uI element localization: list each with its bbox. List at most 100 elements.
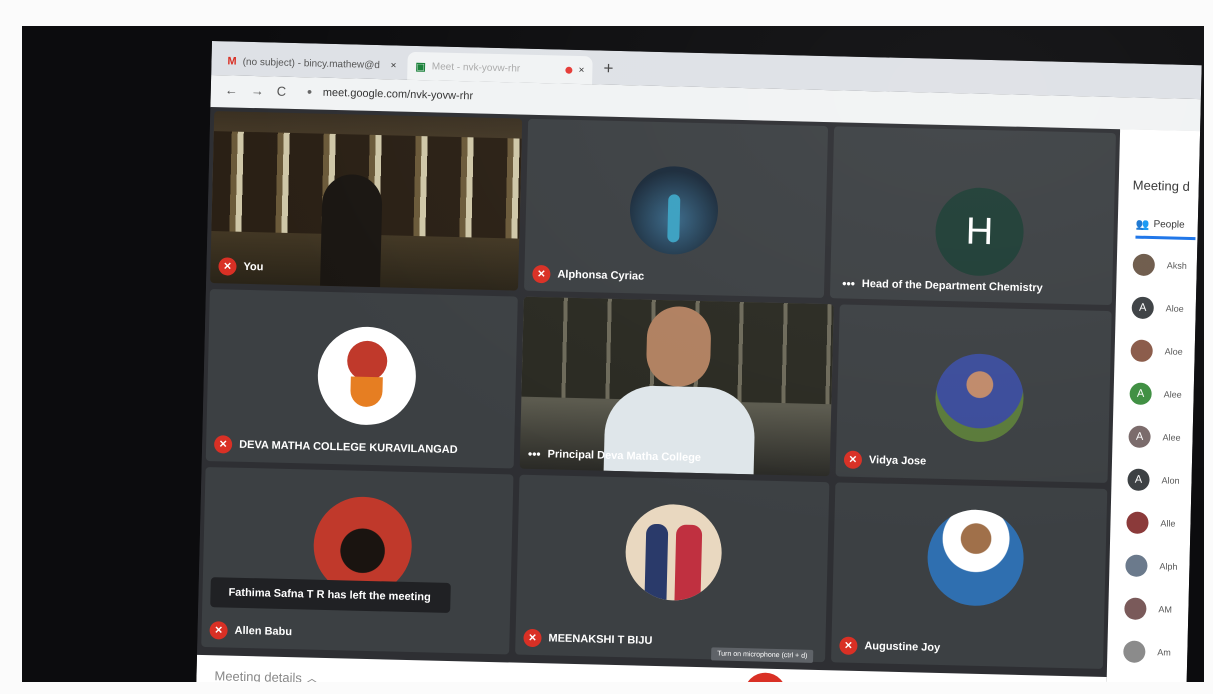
participant-name: DEVA MATHA COLLEGE KURAVILANGAD [238,438,458,457]
participant-name: Augustine Joy [864,640,941,654]
person-name: Alee [1162,432,1181,443]
participant-label: ••• Principal Deva Matha College [528,447,701,465]
participant-label: ✕ Allen Babu [209,621,292,641]
lock-icon: ● [306,86,313,97]
tile-head-of-department[interactable]: H ••• Head of the Department Chemistry [829,126,1117,306]
reload-icon[interactable]: C [277,84,287,99]
self-silhouette [320,173,383,288]
meeting-details-label: Meeting details [214,668,303,682]
list-item[interactable]: A Aloe [1131,296,1184,320]
photo-frame: M (no subject) - bincy.mathew@d × ▣ Meet… [22,26,1204,682]
tab-meet[interactable]: ▣ Meet - nvk-yovw-rhr × [407,51,593,85]
participant-name: Alphonsa Cyriac [557,268,645,283]
tile-meenakshi-t-biju[interactable]: ✕ MEENAKSHI T BIJU [515,474,830,663]
tile-allen-babu[interactable]: ✕ Allen Babu [201,466,514,655]
tab-gmail[interactable]: M (no subject) - bincy.mathew@d × [219,47,405,80]
avatar [1125,554,1148,578]
person-name: Aksh [1166,260,1187,271]
people-panel: Meeting d 👥 People Aksh A Aloe Aloe A Alee… [1105,129,1201,682]
person-name: Alon [1161,475,1180,486]
tile-deva-matha-college[interactable]: ✕ DEVA MATHA COLLEGE KURAVILANGAD [205,289,518,469]
avatar: A [1129,382,1152,406]
person-name: Aloe [1164,346,1183,357]
recording-dot-icon [565,66,573,74]
participant-name: MEENAKSHI T BIJU [548,632,653,647]
person-name: Alee [1163,389,1182,400]
tile-augustine-joy[interactable]: ✕ Augustine Joy [831,482,1108,669]
tab-title: Meet - nvk-yovw-rhr [431,60,521,75]
list-item[interactable]: Aksh [1132,253,1188,277]
avatar [628,165,720,256]
list-item[interactable]: A Alee [1128,425,1181,449]
tab-label: People [1153,219,1185,231]
participant-label: ✕ Vidya Jose [843,450,927,471]
tab-people[interactable]: 👥 People [1136,218,1185,232]
microphone-tooltip: Turn on microphone (ctrl + d) [711,647,814,663]
avatar [1132,253,1156,277]
list-item[interactable]: Alle [1126,511,1176,535]
participant-name: Vidya Jose [868,454,927,468]
meeting-details-button[interactable]: Meeting details ︿ [214,665,319,682]
list-item[interactable]: Aloe [1130,339,1183,363]
principal-face [645,305,712,388]
url-field[interactable]: meet.google.com/nvk-yovw-rhr [323,87,474,103]
tab-underline [1135,235,1196,241]
person-name: Am [1157,647,1171,658]
mic-off-icon: ✕ [523,628,542,648]
close-icon[interactable]: × [390,60,396,71]
notification-toast: Fathima Safna T R has left the meeting [210,577,451,613]
avatar: A [1128,425,1151,449]
avatar [1124,597,1147,620]
tile-alphonsa-cyriac[interactable]: ✕ Alphonsa Cyriac [523,118,829,299]
list-item[interactable]: A Alee [1129,382,1182,406]
person-name: Alle [1160,518,1176,529]
participant-name: You [243,260,264,274]
list-item[interactable]: Alph [1125,554,1178,578]
participant-label: ✕ DEVA MATHA COLLEGE KURAVILANGAD [213,435,458,459]
avatar [624,503,723,602]
avatar: H [934,186,1025,277]
more-options-icon[interactable]: ••• [842,276,855,290]
tile-principal-video[interactable]: ••• Principal Deva Matha College [519,296,834,477]
avatar: A [1127,468,1150,492]
tab-title: (no subject) - bincy.mathew@d [242,56,381,71]
microphone-toggle-button[interactable]: ✕ [743,672,787,682]
gmail-icon: M [227,55,237,68]
mic-off-icon: ✕ [839,636,858,655]
people-icon: 👥 [1135,218,1150,231]
avatar [1130,339,1153,363]
participant-label: ✕ Augustine Joy [839,636,941,657]
avatar: A [1131,296,1155,320]
new-tab-button[interactable]: + [603,59,613,79]
forward-icon[interactable]: → [251,83,264,98]
person-name: AM [1158,604,1173,615]
participant-name: Allen Babu [234,624,293,639]
meet-icon: ▣ [415,60,426,73]
participant-label: ✕ MEENAKSHI T BIJU [523,628,653,650]
mic-off-icon: ✕ [209,621,228,640]
mic-off-icon: ✕ [843,450,863,470]
tile-vidya-jose[interactable]: ✕ Vidya Jose [835,304,1112,484]
list-item[interactable]: AM [1124,597,1172,620]
list-item[interactable]: Am [1123,640,1171,663]
participant-label: ••• Head of the Department Chemistry [842,276,1043,295]
participant-label: ✕ Alphonsa Cyriac [532,264,645,286]
meet-grid: ✕ You ✕ Alphonsa Cyriac H ••• Head of th… [196,106,1121,678]
person-name: Alph [1159,561,1178,572]
college-logo-avatar [316,325,418,427]
mic-off-icon: ✕ [532,264,551,284]
tile-you[interactable]: ✕ You [210,111,523,291]
list-item[interactable]: A Alon [1127,468,1180,492]
avatar [926,508,1025,607]
laptop-screen: M (no subject) - bincy.mathew@d × ▣ Meet… [196,41,1202,682]
mic-off-icon: ✕ [213,435,233,454]
panel-title: Meeting d [1132,177,1191,194]
avatar [934,352,1025,443]
participant-label: ✕ You [218,257,264,276]
more-options-icon[interactable]: ••• [528,447,541,461]
chevron-up-icon: ︿ [305,670,319,682]
close-icon[interactable]: × [578,64,584,75]
back-icon[interactable]: ← [225,82,238,97]
participant-name: Principal Deva Matha College [547,448,702,465]
avatar [1126,511,1149,535]
